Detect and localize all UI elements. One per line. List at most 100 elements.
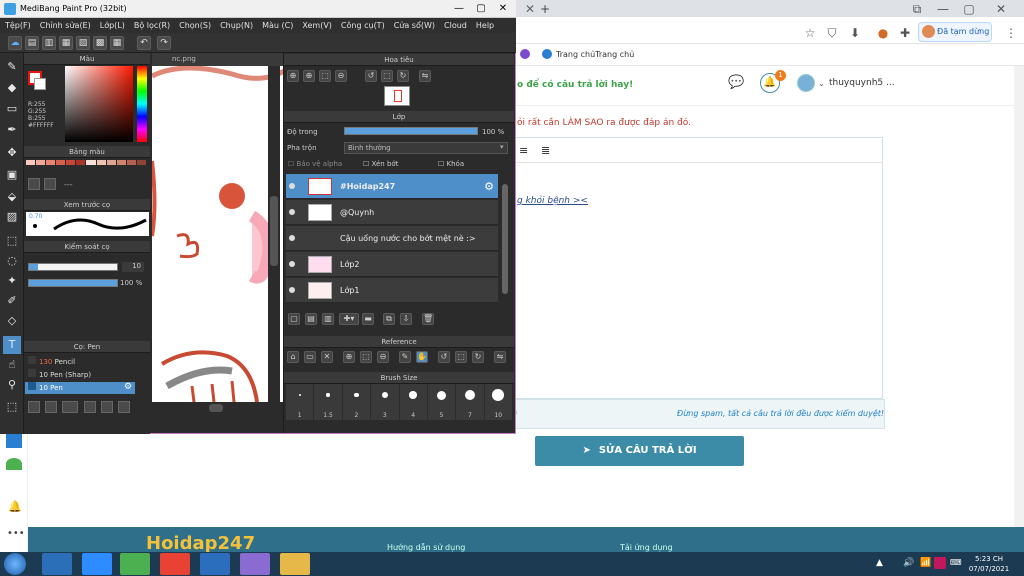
maximize-icon[interactable]: ▢ [962,2,976,16]
layer-item[interactable]: @Quynh [286,200,498,225]
brush-item-selected[interactable]: 10 Pen [25,382,135,394]
duplicate-layer-icon[interactable]: ⧉ [383,313,395,325]
layer-scroll-thumb[interactable] [502,184,508,294]
add-layer-menu-icon[interactable]: ✚▾ [339,313,359,325]
brush-delete-icon[interactable] [118,401,130,413]
app-icon[interactable] [120,553,150,575]
pen-tool-icon[interactable]: ✒ [3,121,21,139]
start-button-icon[interactable] [4,553,26,575]
reference-rotate-right-icon[interactable]: ↻ [472,351,484,363]
protect-alpha-checkbox[interactable]: ☐ Bảo vệ alpha [288,160,342,168]
brush-size-preset[interactable]: 2 [342,384,371,420]
open-icon[interactable]: ▥ [42,36,56,50]
reference-zoom-out-icon[interactable]: ⊖ [377,351,389,363]
brush-size-preset[interactable]: 3 [371,384,399,420]
shield-icon[interactable]: ⛉ [825,26,839,40]
align-right-icon[interactable]: ≡ [519,144,528,157]
visibility-eye-icon[interactable] [289,261,295,267]
menu-cloud[interactable]: Cloud [444,18,467,33]
login-prompt[interactable]: o để có câu trả lời hay! [517,80,633,90]
menu-tools[interactable]: Công cụ(T) [341,18,385,33]
layer-settings-gear-icon[interactable]: ⚙ [484,174,494,199]
shape-tool-icon[interactable]: ▭ [3,100,21,118]
delete-layer-icon[interactable]: 🗑 [422,313,434,325]
palette-swatch[interactable] [136,160,146,165]
brush-folder-icon[interactable] [101,401,113,413]
medibang-taskbar-icon[interactable] [240,553,270,575]
eraser-tool-icon[interactable]: ◆ [3,79,21,97]
edit-answer-button[interactable]: ➤ SỬA CÂU TRẢ LỜI [535,436,744,466]
lock-checkbox[interactable]: ☐ Khóa [438,160,464,168]
export-icon[interactable]: ▧ [76,36,90,50]
palette-swatch[interactable] [66,160,76,165]
menu-select[interactable]: Chọn(S) [179,18,211,33]
text-tool-icon[interactable]: T [3,336,21,354]
palette-swatch[interactable] [36,160,46,165]
brush-size-value[interactable]: 10 [122,262,144,272]
operation-tool-icon[interactable]: ☝ [3,356,21,374]
maximize-icon[interactable]: ▢ [470,0,492,18]
answer-editor[interactable] [511,137,883,399]
merge-layer-icon[interactable]: ⇩ [400,313,412,325]
menu-edit[interactable]: Chỉnh sửa(E) [40,18,91,33]
download-icon[interactable]: ⬇ [848,26,862,40]
brush-menu-icon[interactable] [62,401,78,413]
navigator-thumbnail[interactable] [384,86,410,106]
file-explorer-icon[interactable] [280,553,310,575]
lasso-tool-icon[interactable]: ◌ [3,252,21,270]
palette-swatch[interactable] [96,160,106,165]
user-name[interactable]: thuyquynh5 ... [829,78,895,88]
blend-mode-select[interactable]: Bình thường [344,142,508,154]
brush-import-icon[interactable] [84,401,96,413]
tab-search-icon[interactable]: ⧉ [910,2,924,16]
chevron-down-icon[interactable]: ⌄ [818,79,825,88]
visibility-eye-icon[interactable] [289,287,295,293]
zoom-in-icon[interactable]: ⊕ [287,70,299,82]
redo-icon[interactable]: ↷ [157,36,171,50]
panels-icon[interactable]: ▦ [110,36,124,50]
extension-icon[interactable]: ● [876,26,890,40]
undo-icon[interactable]: ↶ [137,36,151,50]
zoom-in-icon[interactable]: ⊕ [303,70,315,82]
zoom-icon[interactable] [82,553,112,575]
reference-flip-icon[interactable]: ⇋ [494,351,506,363]
bell-outline-icon[interactable]: 🔔 [8,500,22,513]
puzzle-icon[interactable]: ✚ [898,26,912,40]
chat-icon[interactable]: 💬 [728,75,744,90]
brush-settings-gear-icon[interactable]: ⚙ [124,382,132,392]
navigator-viewport-frame[interactable] [394,90,402,102]
marquee-tool-icon[interactable]: ⬚ [3,232,21,250]
turtle-icon[interactable] [6,458,22,470]
minimize-icon[interactable]: — [448,0,470,18]
canvas-tab[interactable]: nc.png [152,53,284,66]
clip-checkbox[interactable]: ☐ Xén bớt [363,160,398,168]
gradient-tool-icon[interactable]: ▨ [3,208,21,226]
chrome-icon[interactable] [160,553,190,575]
volume-icon[interactable]: 🔊 [903,558,914,568]
palette-delete-icon[interactable] [44,178,56,190]
palette-menu-icon[interactable]: --- [64,180,73,189]
brush-copy-icon[interactable] [45,401,57,413]
page-scrollbar[interactable] [1014,66,1024,552]
fit-icon[interactable]: ⬚ [319,70,331,82]
save-icon[interactable]: ▦ [59,36,73,50]
visibility-eye-icon[interactable] [289,235,295,241]
tray-up-arrow-icon[interactable]: ▲ [876,558,883,568]
reference-eyedropper-icon[interactable]: ✎ [399,351,411,363]
menu-filter[interactable]: Bộ lọc(R) [134,18,170,33]
footer-link-app[interactable]: Tải ứng dụng [620,543,673,552]
palette-swatches[interactable] [26,160,146,172]
palette-swatch[interactable] [106,160,116,165]
layer-item[interactable]: Lớp2 [286,252,498,277]
reference-fit-icon[interactable]: ⬚ [360,351,372,363]
reference-open-icon[interactable]: ▭ [304,351,316,363]
hand-tool-icon[interactable]: ⬚ [3,398,21,416]
reference-hand-icon[interactable]: ✋ [416,351,428,363]
brush-size-preset[interactable]: 1.5 [314,384,342,420]
brush-size-preset[interactable]: 1 [286,384,314,420]
close-tab-icon[interactable]: ✕ [523,2,537,16]
select-tool-icon[interactable]: ▣ [3,166,21,184]
palette-swatch[interactable] [86,160,96,165]
zoom-out-icon[interactable]: ⊖ [335,70,347,82]
brush-opacity-slider[interactable] [28,279,118,287]
